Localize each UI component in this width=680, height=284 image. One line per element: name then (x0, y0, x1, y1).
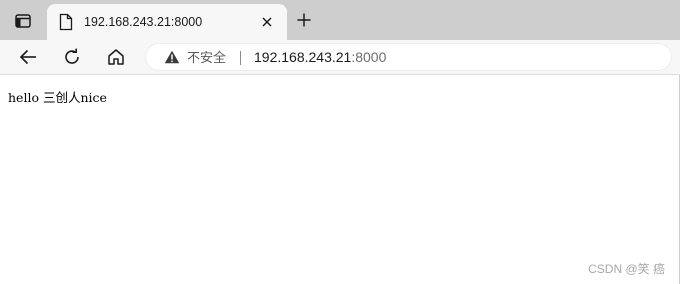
active-tab[interactable]: 192.168.243.21:8000 (47, 4, 287, 40)
navigation-toolbar: 不安全 192.168.243.21:8000 (0, 40, 680, 75)
new-tab-button[interactable] (294, 10, 314, 30)
close-icon (262, 17, 272, 27)
browser-window: 192.168.243.21:8000 不安全 192.168.243.21:8… (0, 0, 680, 284)
page-body-text: hello 三创人nice (8, 90, 107, 105)
tab-actions-button[interactable] (8, 8, 38, 34)
plus-icon (297, 13, 311, 27)
home-icon (108, 49, 124, 65)
page-icon (59, 13, 73, 31)
url-port: :8000 (351, 49, 387, 65)
warning-icon[interactable] (164, 50, 180, 64)
home-button[interactable] (102, 44, 130, 70)
address-bar[interactable]: 不安全 192.168.243.21:8000 (145, 43, 672, 71)
refresh-button[interactable] (58, 44, 86, 70)
security-status-label[interactable]: 不安全 (187, 49, 226, 66)
back-button[interactable] (14, 44, 42, 70)
back-arrow-icon (19, 49, 36, 65)
close-tab-button[interactable] (257, 12, 277, 32)
tab-strip: 192.168.243.21:8000 (0, 0, 680, 40)
refresh-icon (65, 48, 79, 64)
page-content: hello 三创人nice CSDN @笑 癌 (0, 75, 679, 284)
watermark: CSDN @笑 癌 (588, 262, 665, 276)
url-text[interactable]: 192.168.243.21:8000 (254, 48, 386, 67)
tab-actions-icon (15, 14, 31, 28)
address-divider (240, 51, 241, 65)
url-host: 192.168.243.21 (254, 49, 352, 65)
tab-title: 192.168.243.21:8000 (84, 15, 203, 29)
